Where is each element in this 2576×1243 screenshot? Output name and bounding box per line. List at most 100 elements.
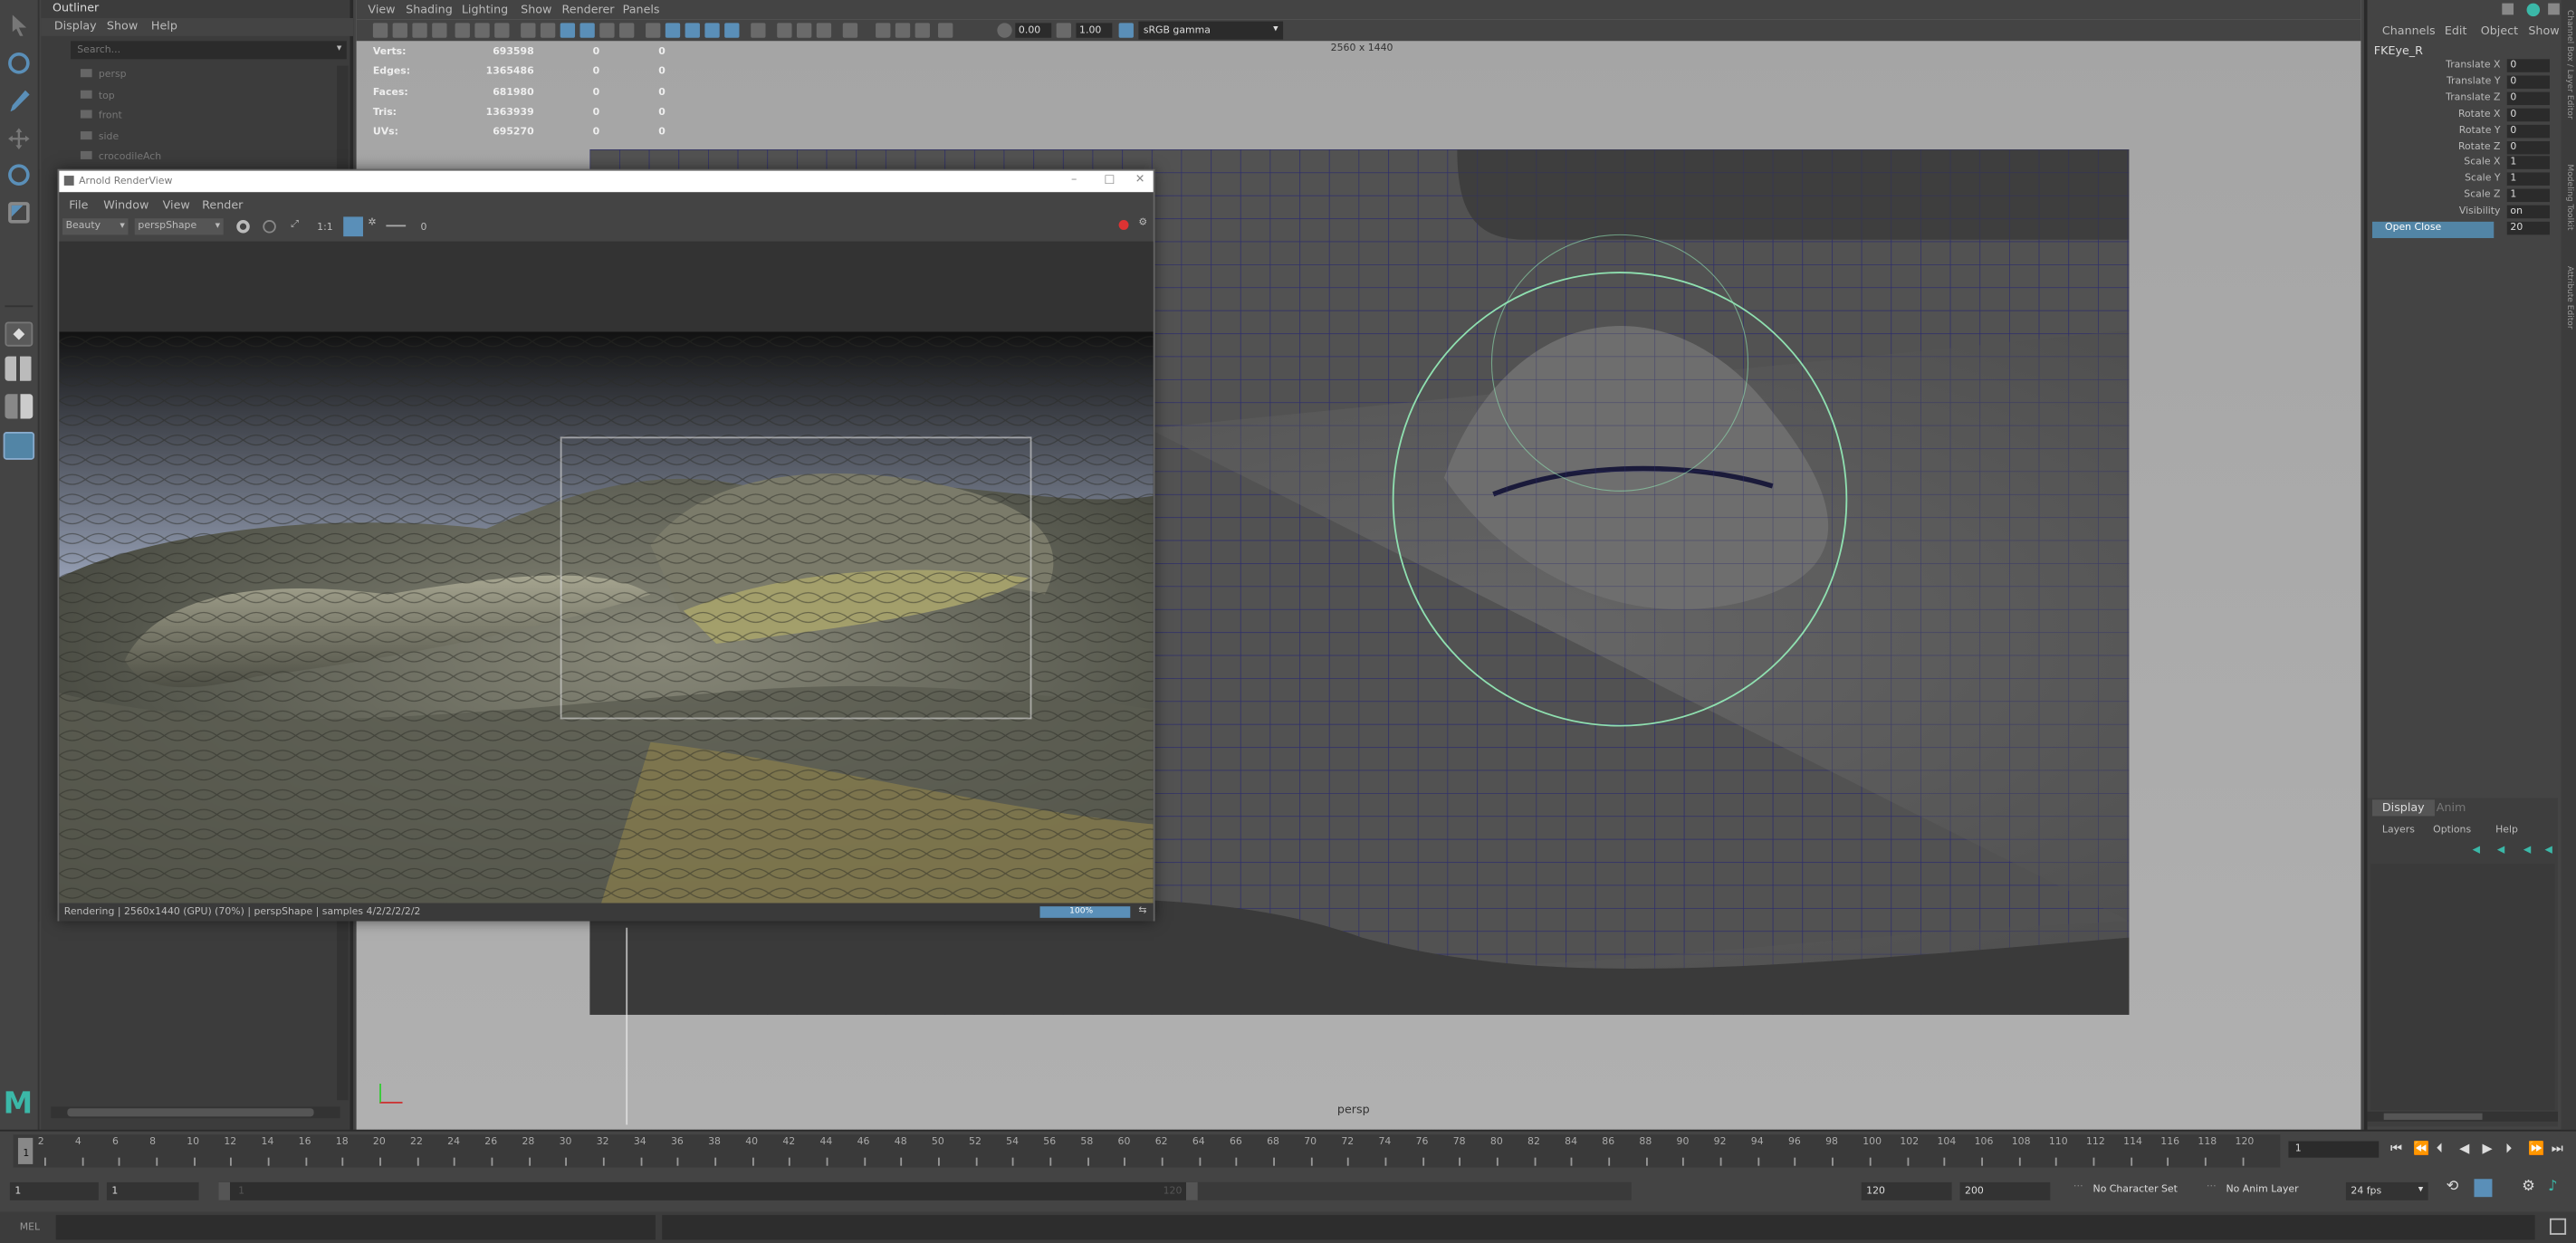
outliner-menu-show[interactable]: Show (107, 20, 138, 33)
range-bar[interactable]: 1 120 (218, 1181, 1632, 1200)
outliner-item[interactable]: persp (80, 66, 327, 87)
character-set-icon[interactable]: ⋯ (2073, 1181, 2083, 1192)
exposure-icon[interactable] (997, 23, 1012, 38)
side-tab-attribute-editor[interactable]: Attribute Editor (2564, 266, 2574, 330)
side-tab-channel-box[interactable]: Channel Box / Layer Editor (2564, 10, 2574, 120)
play-back-icon[interactable]: ◀ (2459, 1142, 2469, 1156)
renderview-menu-file[interactable]: File (69, 198, 88, 212)
channelbox-menu-channels[interactable]: Channels (2382, 24, 2436, 38)
single-view-icon[interactable] (5, 321, 34, 347)
two-view-icon[interactable] (5, 394, 34, 419)
channel-value[interactable]: 1 (2506, 172, 2550, 186)
channel-row[interactable]: Translate X 0 (2372, 59, 2553, 75)
film-gate-icon[interactable] (474, 23, 490, 38)
xray-joints-icon[interactable] (685, 23, 700, 38)
xray-icon[interactable] (665, 23, 681, 38)
lasso-tool-icon[interactable] (8, 53, 30, 74)
shadows-icon[interactable] (619, 23, 635, 38)
viewport-menu-view[interactable]: View (368, 4, 395, 17)
channel-row[interactable]: Rotate X 0 (2372, 108, 2553, 124)
layer-hscrollbar[interactable] (2367, 1111, 2559, 1122)
outliner-item[interactable]: side (80, 128, 327, 148)
xray-active-icon[interactable] (704, 23, 720, 38)
outliner-search-input[interactable]: Search... ▾ (71, 41, 347, 60)
channel-value[interactable]: 0 (2506, 124, 2550, 138)
outliner-hscrollbar[interactable] (51, 1106, 340, 1119)
outliner-item[interactable]: crocodileAch (80, 148, 327, 168)
move-layer-up-icon[interactable]: ◀ (2473, 844, 2480, 856)
exposure-slider[interactable] (386, 225, 407, 227)
channel-row[interactable]: Rotate Y 0 (2372, 124, 2553, 140)
backface-icon[interactable] (724, 23, 740, 38)
layer-menu-layers[interactable]: Layers (2382, 824, 2415, 836)
chevron-down-icon[interactable]: ▾ (337, 43, 341, 54)
playblast-icon[interactable] (915, 23, 930, 38)
render-button-icon[interactable] (236, 220, 250, 234)
channel-row[interactable]: Scale Y 1 (2372, 172, 2553, 189)
loop-icon[interactable]: ⟲ (2447, 1179, 2459, 1195)
outliner-menu-help[interactable]: Help (151, 20, 177, 33)
grease-pencil-icon[interactable] (895, 23, 911, 38)
channel-value[interactable]: 0 (2506, 75, 2550, 89)
play-forward-icon[interactable]: ▶ (2483, 1142, 2493, 1156)
channel-row[interactable]: Scale Z 1 (2372, 188, 2553, 206)
ratio-label[interactable]: 1:1 (317, 222, 333, 234)
auto-key-icon[interactable] (2474, 1179, 2493, 1198)
channelbox-menu-show[interactable]: Show (2528, 24, 2559, 38)
channel-value[interactable]: 0 (2506, 91, 2550, 105)
channel-value[interactable]: 1 (2506, 188, 2550, 203)
anim-layer-select[interactable]: No Anim Layer (2226, 1184, 2299, 1196)
renderview-menu-window[interactable]: Window (103, 198, 148, 212)
channelbox-menu-object[interactable]: Object (2481, 24, 2518, 38)
current-frame-field[interactable]: 1 (2288, 1141, 2380, 1158)
range-handle-start[interactable] (218, 1181, 231, 1200)
script-editor-icon[interactable] (2549, 1218, 2567, 1235)
channel-row[interactable]: Rotate Z 0 (2372, 140, 2553, 157)
outliner-item[interactable]: front (80, 107, 327, 128)
channelbox-menu-edit[interactable]: Edit (2445, 24, 2467, 38)
go-to-end-icon[interactable]: ⏭ (2552, 1142, 2563, 1158)
snapshot-icon[interactable] (842, 23, 858, 38)
outliner-tab[interactable]: Outliner (53, 3, 99, 15)
channel-value[interactable]: on (2506, 205, 2550, 219)
viewport-menu-renderer[interactable]: Renderer (562, 4, 615, 17)
channel-row[interactable]: Translate Y 0 (2372, 75, 2553, 91)
current-frame-marker[interactable]: 1 (17, 1137, 34, 1164)
layer-tab-display[interactable]: Display (2371, 799, 2435, 817)
exposure-field[interactable]: 0.00 (1015, 23, 1052, 38)
gear-icon[interactable]: ⚙ (1138, 216, 1147, 228)
new-layer-icon[interactable]: ◀ (2523, 844, 2531, 856)
start-time-field[interactable]: 1 (9, 1181, 99, 1200)
step-back-frame-icon[interactable]: ⏴ (2437, 1142, 2443, 1158)
camera-select[interactable]: perspShape ▾ (134, 218, 224, 235)
layer-menu-options[interactable]: Options (2433, 824, 2471, 836)
dof-icon[interactable] (816, 23, 832, 38)
lights-icon[interactable] (599, 23, 615, 38)
viewport-menu-lighting[interactable]: Lighting (462, 4, 508, 17)
stop-render-icon[interactable] (263, 220, 276, 234)
layer-menu-help[interactable]: Help (2495, 824, 2518, 836)
renderview-menu-render[interactable]: Render (202, 198, 243, 212)
heads-up-icon[interactable] (876, 23, 891, 38)
colorspace-select[interactable]: sRGB gamma ▾ (1138, 21, 1284, 40)
exposure-value[interactable]: 0 (420, 222, 426, 234)
aov-select[interactable]: Beauty ▾ (62, 218, 129, 235)
step-back-key-icon[interactable]: ⏪ (2413, 1142, 2429, 1156)
channel-value[interactable]: 0 (2506, 59, 2550, 72)
channel-value[interactable]: 0 (2506, 140, 2550, 154)
rotate-tool-icon[interactable] (8, 164, 30, 186)
color-management-icon[interactable] (1118, 23, 1134, 38)
camera-select-icon[interactable] (372, 23, 388, 38)
move-layer-down-icon[interactable]: ◀ (2497, 844, 2504, 856)
range-handle-end[interactable] (1185, 1181, 1198, 1200)
go-to-start-icon[interactable]: ⏮ (2390, 1142, 2402, 1158)
preferences-icon[interactable]: ⚙ (2522, 1179, 2535, 1195)
render-image-area[interactable] (59, 241, 1154, 904)
isolate-select-icon[interactable] (646, 23, 661, 38)
aa-icon[interactable] (751, 23, 766, 38)
command-mode-label[interactable]: MEL (20, 1221, 40, 1233)
time-slider[interactable]: 2 4 6 8 10 12 14 16 18 20 22 24 26 28 30 32 34 36 38 40 42 44… (0, 1129, 2576, 1170)
close-button[interactable]: ✕ (1135, 172, 1145, 186)
selection-highlight-icon[interactable] (938, 23, 953, 38)
channel-row[interactable]: Translate Z 0 (2372, 91, 2553, 108)
